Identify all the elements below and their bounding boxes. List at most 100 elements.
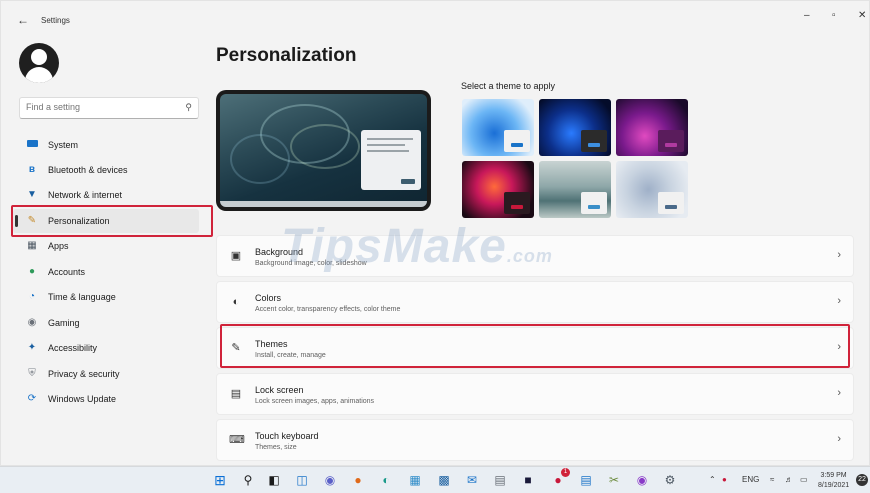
globe-clock-icon: ◔ <box>28 291 36 302</box>
themes-highlight-box <box>220 324 850 368</box>
battery-icon[interactable]: ▭ <box>800 475 808 484</box>
lock-screen-icon: ▤ <box>230 388 242 400</box>
chevron-right-icon: › <box>837 387 841 399</box>
display-icon <box>26 139 38 151</box>
back-arrow-icon[interactable]: ← <box>17 13 29 27</box>
sidebar-item-gaming[interactable]: ◉ Gaming <box>13 311 199 335</box>
mail-badge: 1 <box>561 468 570 477</box>
sidebar-item-time-language[interactable]: ◔ Time & language <box>13 285 199 309</box>
maximize-button[interactable]: ▫ <box>832 10 836 21</box>
theme-tile-glow[interactable] <box>616 99 688 156</box>
search-input[interactable] <box>26 102 176 112</box>
keyboard-icon: ⌨ <box>229 434 245 446</box>
theme-select-label: Select a theme to apply <box>461 81 556 91</box>
search-box[interactable]: ⚲ <box>19 97 199 119</box>
theme-tile-captured-motion[interactable] <box>462 161 534 218</box>
notification-app-icon[interactable]: ● 1 <box>549 468 570 489</box>
card-subtitle: Lock screen images, apps, animations <box>255 398 375 405</box>
firefox-icon[interactable]: ● <box>349 471 367 489</box>
close-button[interactable]: ✕ <box>858 10 866 21</box>
edge-icon[interactable]: ◐ <box>377 471 395 489</box>
clock[interactable]: 3:59 PM 8/19/2021 <box>818 471 849 491</box>
sidebar-item-label: Network & internet <box>48 190 123 200</box>
antivirus-icon[interactable]: ● <box>722 475 727 484</box>
wifi-icon: ▼ <box>27 189 37 200</box>
sidebar-item-bluetooth[interactable]: ʙ Bluetooth & devices <box>13 158 199 182</box>
app-title: Settings <box>41 16 70 25</box>
sidebar-item-label: Apps <box>48 241 69 251</box>
sidebar-item-label: Accessibility <box>48 343 98 353</box>
card-subtitle: Themes, size <box>255 444 297 451</box>
sidebar-item-system[interactable]: System <box>13 133 199 157</box>
personalization-highlight-box <box>11 205 213 237</box>
sidebar-item-privacy[interactable]: ⛨ Privacy & security <box>13 362 199 386</box>
task-view-icon[interactable]: ◧ <box>265 471 283 489</box>
search-icon[interactable]: ⚲ <box>239 471 257 489</box>
controller-icon: ◉ <box>27 317 37 328</box>
sidebar-item-network[interactable]: ▼ Network & internet <box>13 183 199 207</box>
preview-window <box>361 130 421 190</box>
chevron-up-icon[interactable]: ⌃ <box>709 475 716 484</box>
sidebar-item-label: Privacy & security <box>48 369 120 379</box>
date: 8/19/2021 <box>818 482 850 489</box>
chevron-right-icon: › <box>837 433 841 445</box>
chat-icon[interactable]: ◉ <box>321 471 339 489</box>
card-title: Lock screen <box>255 385 304 395</box>
mail-icon[interactable]: ✉ <box>463 471 481 489</box>
theme-tile-windows-dark[interactable] <box>539 99 611 156</box>
settings-window: ← Settings – ▫ ✕ ⚲ System ʙ Bluetooth & … <box>0 0 870 466</box>
update-icon: ⟳ <box>27 393 37 404</box>
page-title: Personalization <box>216 45 357 66</box>
bluetooth-icon: ʙ <box>28 164 36 175</box>
widgets-icon[interactable]: ◫ <box>293 471 311 489</box>
sidebar-item-label: Accounts <box>48 267 86 277</box>
sidebar-item-accessibility[interactable]: ✦ Accessibility <box>13 336 199 360</box>
terminal-icon[interactable]: ▤ <box>491 471 509 489</box>
card-lock-screen[interactable]: ▤ Lock screen Lock screen images, apps, … <box>216 373 854 415</box>
person-icon: ● <box>28 266 36 277</box>
wifi-icon[interactable]: ≈ <box>770 475 774 484</box>
notepad-icon[interactable]: ▤ <box>577 471 595 489</box>
messenger-icon[interactable]: ◉ <box>633 471 651 489</box>
card-touch-keyboard[interactable]: ⌨ Touch keyboard Themes, size › <box>216 419 854 461</box>
card-title: Touch keyboard <box>255 431 319 441</box>
volume-icon[interactable]: ♬ <box>785 475 793 484</box>
title-bar: ← Settings – ▫ ✕ <box>1 1 870 33</box>
card-colors[interactable]: ◐ Colors Accent color, transparency effe… <box>216 281 854 323</box>
sidebar-item-label: Windows Update <box>48 394 117 404</box>
sidebar-item-label: Gaming <box>48 318 80 328</box>
card-title: Colors <box>255 293 282 303</box>
store-icon[interactable]: ▦ <box>406 471 424 489</box>
language-indicator[interactable]: ENG <box>742 475 759 484</box>
sidebar-item-label: Bluetooth & devices <box>48 165 128 175</box>
taskbar: ⊞ ⚲ ◧ ◫ ◉ ● ◐ ▦ ▩ ✉ ▤ ■ ● 1 ▤ ✂ ◉ ⚙ ⌃ ● E… <box>0 466 870 493</box>
wallpaper-preview-image <box>220 94 427 207</box>
search-icon[interactable]: ⚲ <box>185 102 192 113</box>
photoshop-icon[interactable]: ■ <box>519 471 537 489</box>
chevron-right-icon: › <box>837 295 841 307</box>
theme-tile-sunrise[interactable] <box>539 161 611 218</box>
settings-gear-icon[interactable]: ⚙ <box>661 471 679 489</box>
accessibility-icon: ✦ <box>27 342 37 353</box>
chevron-right-icon: › <box>837 249 841 261</box>
sidebar-item-label: Time & language <box>48 292 116 302</box>
apps-icon: ▦ <box>27 240 37 251</box>
theme-preview <box>216 90 431 211</box>
sidebar-item-apps[interactable]: ▦ Apps <box>13 234 199 258</box>
theme-tile-flow[interactable] <box>616 161 688 218</box>
theme-tile-windows-light[interactable] <box>462 99 534 156</box>
snip-icon[interactable]: ✂ <box>605 471 623 489</box>
notification-count-badge[interactable]: 22 <box>856 474 868 486</box>
minimize-button[interactable]: – <box>804 10 810 21</box>
watermark: TipsMake.com <box>281 220 553 273</box>
sidebar-item-windows-update[interactable]: ⟳ Windows Update <box>13 387 199 411</box>
avatar[interactable] <box>19 43 59 83</box>
image-icon: ▣ <box>230 250 242 262</box>
start-windows-icon[interactable]: ⊞ <box>211 471 229 489</box>
app-icon[interactable]: ▩ <box>435 471 453 489</box>
time: 3:59 PM <box>820 472 847 479</box>
sidebar-item-label: System <box>48 140 79 150</box>
sidebar-item-accounts[interactable]: ● Accounts <box>13 260 199 284</box>
shield-icon: ⛨ <box>28 368 36 379</box>
palette-icon: ◐ <box>232 296 240 308</box>
